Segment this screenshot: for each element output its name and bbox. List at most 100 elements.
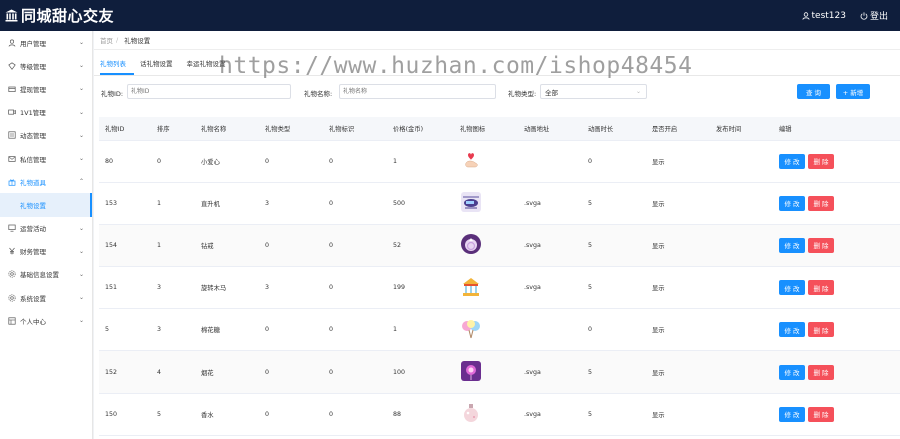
delete-button[interactable]: 删 除 [808,322,834,338]
cell-mark: 0 [323,308,387,352]
tab-lucky-gift-settings[interactable]: 幸运礼物设置 [187,58,234,75]
gift-icon [8,178,16,186]
query-button[interactable]: 查 询 [797,84,830,99]
cell-mark: 0 [323,266,387,310]
chevron-down-icon: ⌄ [78,270,84,278]
logout-button[interactable]: 登出 [860,9,888,22]
cell-edit: 修 改删 除 [773,182,900,225]
user-icon [8,39,16,47]
edit-button[interactable]: 修 改 [779,322,805,338]
edit-button[interactable]: 修 改 [779,280,805,296]
chevron-down-icon: ⌄ [78,62,84,70]
chevron-down-icon: ⌄ [78,131,84,139]
sidebar-item-label: 个人中心 [20,317,46,326]
system-icon [8,294,16,302]
gift-type-label: 礼物类型: [508,90,537,98]
chevron-down-icon: ⌄ [78,317,84,325]
settings-icon [8,270,16,279]
edit-button[interactable]: 修 改 [779,237,805,253]
cell-price: 1 [387,140,454,183]
cell-duration: 5 [582,350,646,394]
cell-sort: 5 [151,393,195,436]
sidebar-item-label: 礼物设置 [20,201,46,210]
edit-button[interactable]: 修 改 [779,364,805,380]
cell-mark: 0 [323,140,387,183]
cell-mark: 0 [323,350,387,394]
sidebar-item-level[interactable]: 等级管理 ⌄ [0,54,92,77]
cell-enabled: 显示 [646,350,710,394]
app-logo[interactable]: 同城甜心交友 [0,5,114,26]
cell-anim: .svga [518,182,582,225]
cell-edit: 修 改删 除 [773,140,900,183]
cell-icon [454,182,518,225]
table-row: 151 3 旋转木马 3 0 199 .svga 5 显示 修 改删 除 [99,266,900,310]
cell-icon [454,140,518,183]
cell-sort: 0 [151,140,195,183]
edit-button[interactable]: 修 改 [779,153,805,169]
chevron-up-icon: ⌃ [78,178,84,186]
add-button[interactable]: + 新增 [836,84,870,99]
ring-icon [461,234,481,255]
gift-id-label: 礼物ID: [101,90,124,98]
cell-time [710,350,773,394]
cell-id: 153 [99,182,151,225]
tab-gift-settings[interactable]: 话礼物设置 [140,58,181,75]
sidebar-item-finance[interactable]: 财务管理 ⌄ [0,240,92,263]
sidebar-item-1v1[interactable]: 1V1管理 ⌄ [0,101,92,124]
power-icon [860,11,868,20]
cell-price: 199 [387,266,454,310]
main-content: 首页 / 礼物设置 礼物列表 话礼物设置 幸运礼物设置 https://www.… [94,31,900,439]
delete-button[interactable]: 删 除 [808,237,834,253]
sidebar-item-basic-settings[interactable]: 基础信息设置 ⌄ [0,263,92,286]
user-menu[interactable]: test123 [801,11,846,21]
delete-button[interactable]: 删 除 [808,280,834,296]
breadcrumb-home[interactable]: 首页 [100,35,113,45]
sidebar-item-message[interactable]: 私信管理 ⌄ [0,147,92,170]
activity-icon [8,224,16,232]
tab-gift-list[interactable]: 礼物列表 [100,58,134,75]
table-row: 80 0 小爱心 0 0 1 0 显示 修 改删 除 [99,140,900,183]
delete-button[interactable]: 删 除 [808,153,834,169]
sidebar-item-label: 动态管理 [20,132,46,141]
cell-enabled: 显示 [646,140,710,183]
column-header: 礼物标识 [323,117,387,141]
cell-icon [454,266,518,310]
top-bar: 同城甜心交友 test123 登出 [0,0,900,31]
sidebar-item-gift-settings[interactable]: 礼物设置 [0,193,92,217]
sidebar-item-profile[interactable]: 个人中心 ⌄ [0,309,92,332]
cell-mark: 0 [323,224,387,268]
tab-bar: 礼物列表 话礼物设置 幸运礼物设置 [94,50,900,76]
cell-time [710,224,773,268]
sidebar-item-label: 系统设置 [20,294,46,303]
edit-button[interactable]: 修 改 [779,195,805,211]
sidebar-item-label: 提现管理 [20,85,46,94]
chevron-down-icon: ⌄ [78,108,84,116]
sidebar-item-activity[interactable]: 运营活动 ⌄ [0,217,92,240]
sidebar-item-withdraw[interactable]: 提现管理 ⌄ [0,77,92,100]
edit-button[interactable]: 修 改 [779,406,805,422]
cell-time [710,140,773,183]
gift-name-input[interactable] [339,84,496,99]
sidebar-item-user-management[interactable]: 用户管理 ⌄ [0,31,92,54]
sidebar-item-feed[interactable]: 动态管理 ⌄ [0,124,92,147]
table-row: 154 1 钻戒 0 0 52 .svga 5 显示 修 改删 除 [99,224,900,268]
gift-type-select[interactable]: 全部 ⌄ [540,84,647,99]
gift-id-input[interactable] [127,84,291,99]
perfume-icon [464,404,478,423]
column-header: 动画时长 [582,117,646,141]
user-icon [801,11,810,20]
delete-button[interactable]: 删 除 [808,406,834,422]
carousel-icon [463,277,479,296]
delete-button[interactable]: 删 除 [808,195,834,211]
cell-price: 88 [387,393,454,436]
sidebar-item-label: 财务管理 [20,248,46,257]
sidebar-item-gifts[interactable]: 礼物道具 ⌃ [0,170,92,193]
sidebar-item-system-settings[interactable]: 系统设置 ⌄ [0,286,92,309]
sidebar-item-label: 运营活动 [20,225,46,234]
column-header: 动画地址 [518,117,582,141]
cell-edit: 修 改删 除 [773,393,900,436]
delete-button[interactable]: 删 除 [808,364,834,380]
column-header: 发布时间 [710,117,773,141]
cell-anim: .svga [518,224,582,268]
cell-name: 香水 [195,393,259,436]
